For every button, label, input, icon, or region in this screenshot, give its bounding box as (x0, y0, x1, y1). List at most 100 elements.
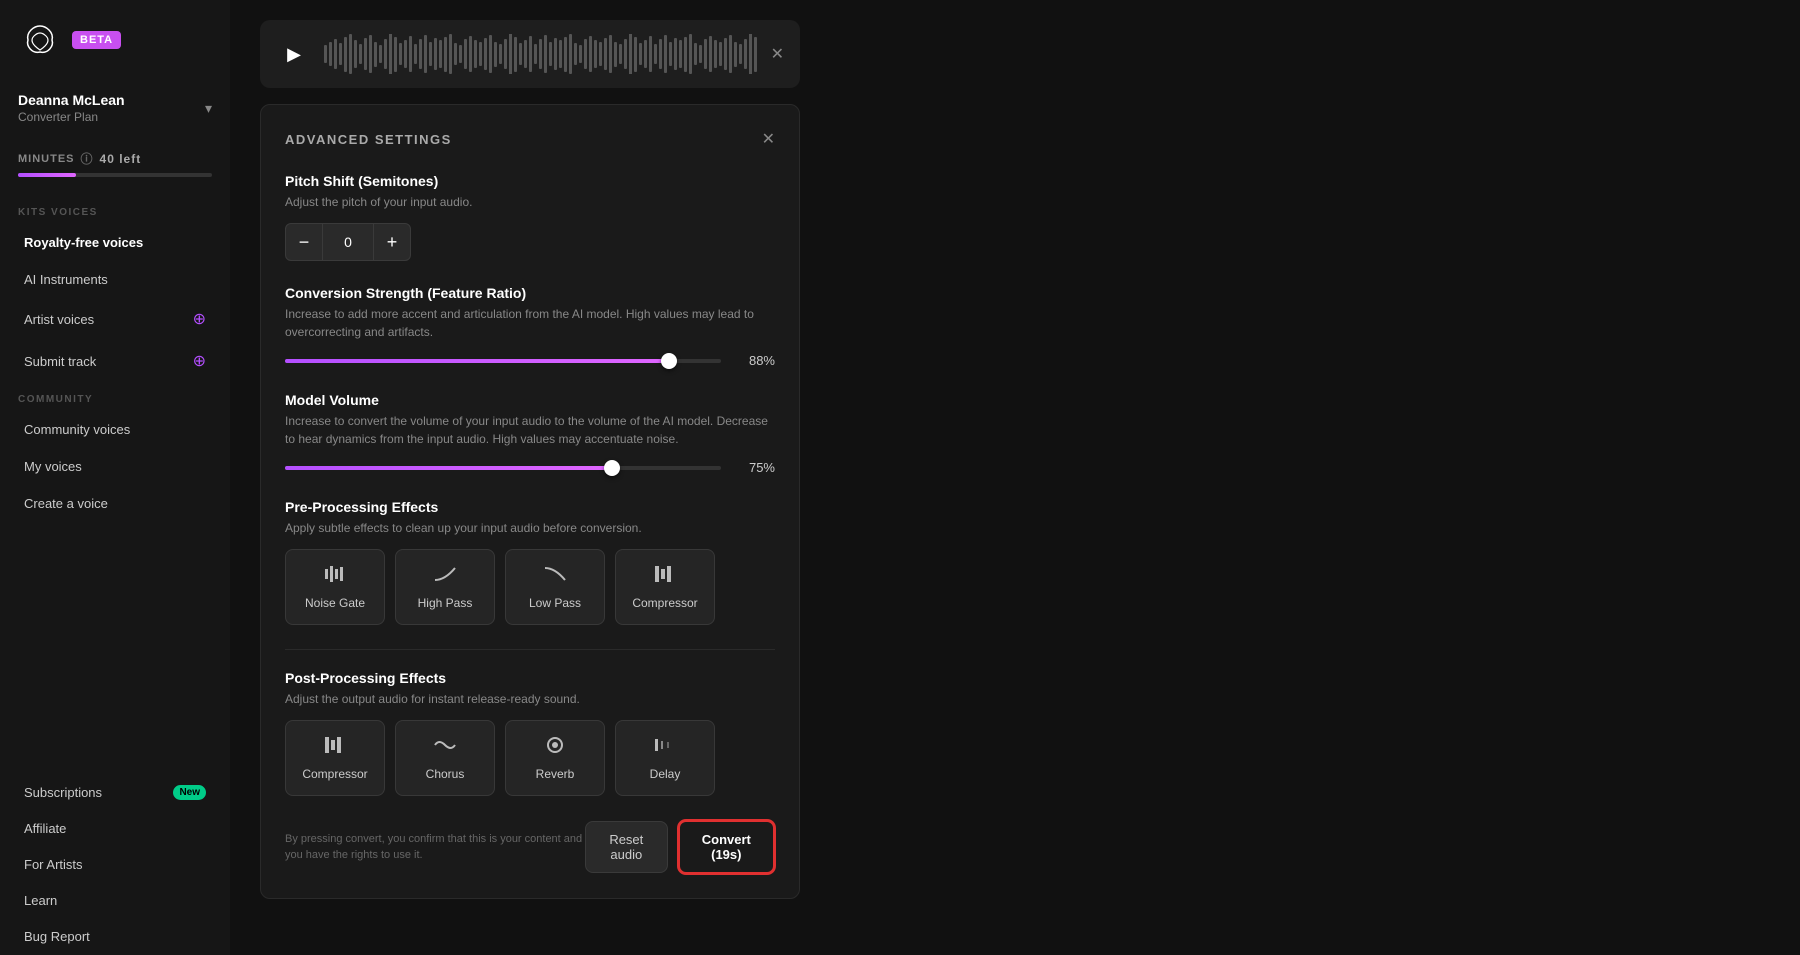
sidebar-item-label: Bug Report (24, 929, 90, 944)
beta-badge: BETA (72, 31, 121, 49)
compressor-post-button[interactable]: Compressor (285, 720, 385, 796)
sidebar-item-royalty-free[interactable]: Royalty-free voices (6, 225, 224, 260)
model-volume-slider-fill (285, 466, 612, 470)
footer-disclaimer: By pressing convert, you confirm that th… (285, 831, 585, 864)
sidebar-item-label: Affiliate (24, 821, 66, 836)
sidebar-item-artist-voices[interactable]: Artist voices ⊕ (6, 299, 224, 339)
sidebar-item-ai-instruments[interactable]: AI Instruments (6, 262, 224, 297)
post-processing-effects-grid: Compressor Chorus Reverb (285, 720, 775, 796)
pre-processing-effects-grid: Noise Gate High Pass Low Pass (285, 549, 775, 625)
model-volume-title: Model Volume (285, 392, 775, 408)
sidebar-item-submit-track[interactable]: Submit track ⊕ (6, 341, 224, 381)
panel-footer: By pressing convert, you confirm that th… (285, 820, 775, 874)
panel-close-button[interactable]: ✕ (762, 129, 775, 149)
reverb-button[interactable]: Reverb (505, 720, 605, 796)
logo-area: BETA (0, 18, 230, 82)
sidebar-item-subscriptions[interactable]: Subscriptions New (6, 775, 224, 810)
sidebar-item-label: Artist voices (24, 312, 94, 327)
sidebar-item-label: Submit track (24, 354, 96, 369)
high-pass-icon (433, 564, 457, 590)
sidebar-item-label: Create a voice (24, 496, 108, 511)
sidebar-item-label: Community voices (24, 422, 130, 437)
waveform-visualization (324, 34, 759, 74)
panel-title: ADVANCED SETTINGS (285, 132, 452, 147)
pitch-value: 0 (323, 223, 373, 261)
minutes-bar (18, 173, 212, 177)
pitch-control: − 0 + (285, 223, 775, 261)
conversion-strength-slider-fill (285, 359, 669, 363)
low-pass-button[interactable]: Low Pass (505, 549, 605, 625)
pre-processing-desc: Apply subtle effects to clean up your in… (285, 519, 775, 537)
user-info: Deanna McLean Converter Plan (18, 92, 125, 124)
low-pass-label: Low Pass (529, 596, 581, 610)
compressor-pre-button[interactable]: Compressor (615, 549, 715, 625)
advanced-settings-panel: ADVANCED SETTINGS ✕ Pitch Shift (Semiton… (260, 104, 800, 899)
kits-voices-section-label: KITS VOICES (0, 195, 230, 224)
compressor-pre-icon (653, 564, 677, 590)
delay-button[interactable]: Delay (615, 720, 715, 796)
delay-icon (653, 735, 677, 761)
compressor-pre-label: Compressor (632, 596, 697, 610)
chevron-down-icon: ▾ (205, 100, 212, 117)
noise-gate-icon (323, 564, 347, 590)
user-menu[interactable]: Deanna McLean Converter Plan ▾ (0, 82, 230, 142)
sidebar-item-label: For Artists (24, 857, 83, 872)
reverb-label: Reverb (536, 767, 575, 781)
sidebar-item-create-voice[interactable]: Create a voice (6, 486, 224, 521)
user-name: Deanna McLean (18, 92, 125, 108)
convert-button[interactable]: Convert (19s) (678, 820, 775, 874)
conversion-strength-slider-track[interactable] (285, 359, 721, 363)
low-pass-icon (543, 564, 567, 590)
pitch-shift-section: Pitch Shift (Semitones) Adjust the pitch… (285, 173, 775, 261)
section-divider (285, 649, 775, 650)
pitch-decrease-button[interactable]: − (285, 223, 323, 261)
minutes-count: 40 left (100, 152, 142, 166)
sidebar-item-affiliate[interactable]: Affiliate (6, 811, 224, 846)
model-volume-slider-track[interactable] (285, 466, 721, 470)
post-processing-section: Post-Processing Effects Adjust the outpu… (285, 670, 775, 796)
add-submit-track-icon: ⊕ (193, 351, 206, 371)
panel-header: ADVANCED SETTINGS ✕ (285, 129, 775, 149)
reset-audio-button[interactable]: Reset audio (585, 821, 668, 873)
new-badge: New (173, 785, 206, 800)
model-volume-value: 75% (733, 460, 775, 475)
high-pass-button[interactable]: High Pass (395, 549, 495, 625)
reverb-icon (543, 735, 567, 761)
pitch-shift-desc: Adjust the pitch of your input audio. (285, 193, 775, 211)
chorus-label: Chorus (426, 767, 465, 781)
add-artist-voice-icon: ⊕ (193, 309, 206, 329)
sidebar-item-my-voices[interactable]: My voices (6, 449, 224, 484)
pre-processing-title: Pre-Processing Effects (285, 499, 775, 515)
noise-gate-label: Noise Gate (305, 596, 365, 610)
conversion-strength-desc: Increase to add more accent and articula… (285, 305, 775, 341)
conversion-strength-section: Conversion Strength (Feature Ratio) Incr… (285, 285, 775, 368)
conversion-strength-slider-thumb (661, 353, 677, 369)
pitch-shift-title: Pitch Shift (Semitones) (285, 173, 775, 189)
chorus-button[interactable]: Chorus (395, 720, 495, 796)
sidebar-item-community-voices[interactable]: Community voices (6, 412, 224, 447)
sidebar-item-label: Subscriptions (24, 785, 102, 800)
pitch-increase-button[interactable]: + (373, 223, 411, 261)
sidebar-item-learn[interactable]: Learn (6, 883, 224, 918)
sidebar-item-for-artists[interactable]: For Artists (6, 847, 224, 882)
high-pass-label: High Pass (418, 596, 473, 610)
main-content: ▶ ✕ ADVANCED SETTINGS ✕ Pitch Shift (Sem… (230, 0, 1800, 955)
sidebar: BETA Deanna McLean Converter Plan ▾ MINU… (0, 0, 230, 955)
minutes-bar-fill (18, 173, 76, 177)
waveform-close-button[interactable]: ✕ (771, 44, 784, 64)
post-processing-desc: Adjust the output audio for instant rele… (285, 690, 775, 708)
delay-label: Delay (650, 767, 681, 781)
sidebar-item-bug-report[interactable]: Bug Report (6, 919, 224, 954)
user-plan: Converter Plan (18, 110, 125, 124)
compressor-post-icon (323, 735, 347, 761)
model-volume-section: Model Volume Increase to convert the vol… (285, 392, 775, 475)
post-processing-title: Post-Processing Effects (285, 670, 775, 686)
sidebar-item-label: Learn (24, 893, 57, 908)
waveform-player: ▶ ✕ (260, 20, 800, 88)
noise-gate-button[interactable]: Noise Gate (285, 549, 385, 625)
play-button[interactable]: ▶ (276, 36, 312, 72)
sidebar-item-label: Royalty-free voices (24, 235, 143, 250)
model-volume-desc: Increase to convert the volume of your i… (285, 412, 775, 448)
community-section-label: COMMUNITY (0, 382, 230, 411)
info-icon: ⓘ (81, 150, 94, 167)
